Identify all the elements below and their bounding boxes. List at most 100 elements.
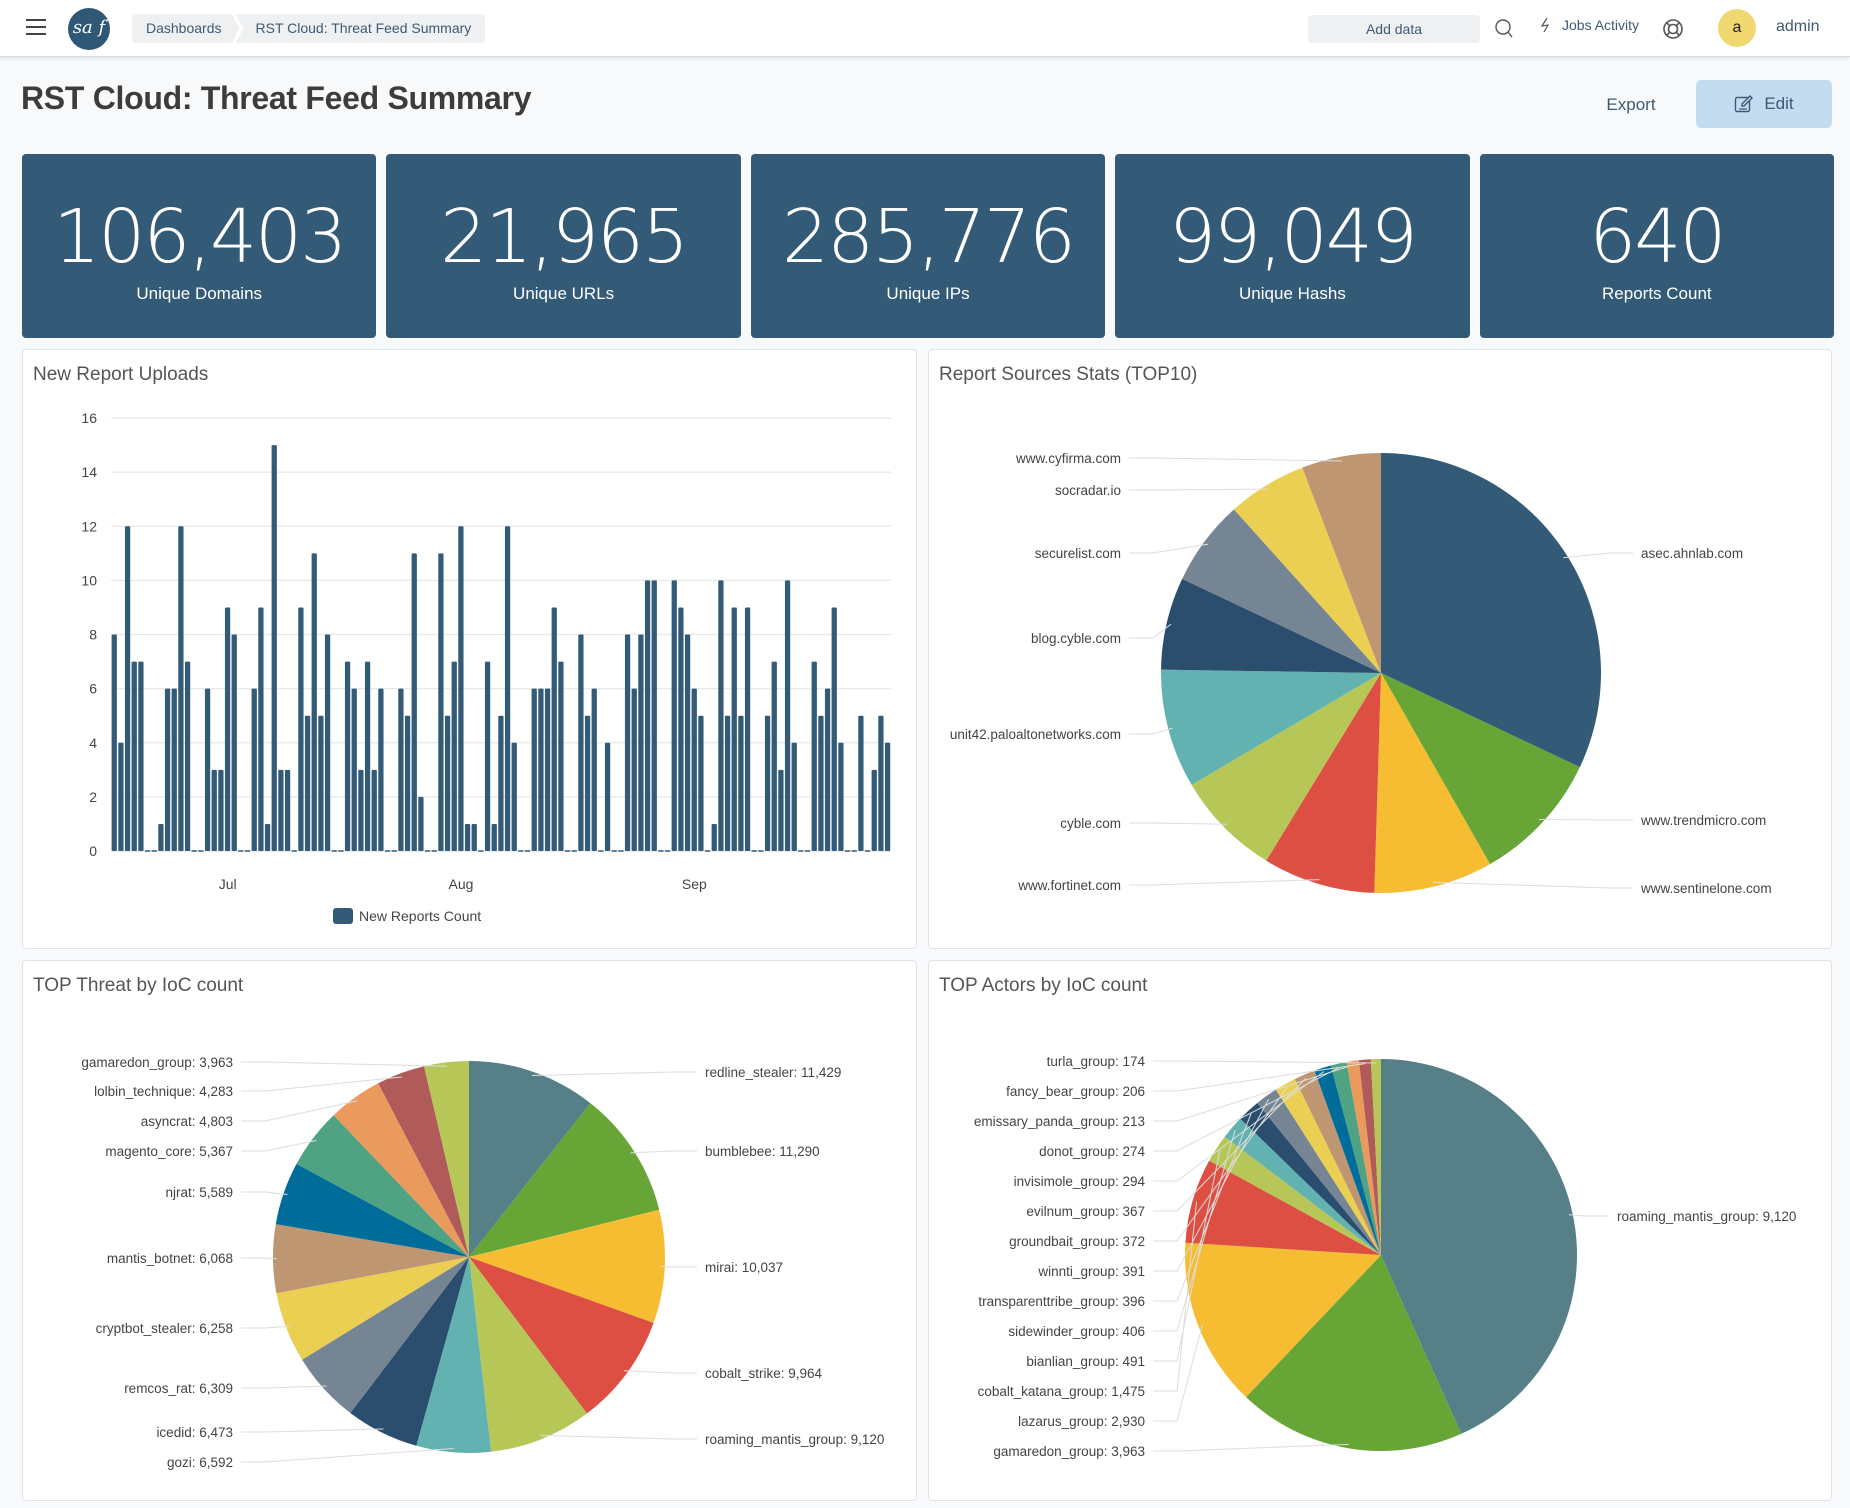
slice-label: roaming_mantis_group: 9,120: [1617, 1209, 1796, 1224]
bar: [644, 580, 651, 851]
y-tick-label: 14: [81, 464, 97, 480]
y-tick-label: 4: [89, 735, 97, 751]
bar: [544, 688, 551, 851]
menu-icon[interactable]: [26, 19, 46, 35]
bar: [678, 607, 684, 851]
slice-label: asec.ahnlab.com: [1641, 546, 1743, 561]
bar: [124, 526, 131, 851]
bar: [738, 715, 744, 851]
bar: [111, 634, 117, 851]
bar: [464, 823, 471, 851]
slice-label: icedid: 6,473: [156, 1425, 233, 1440]
y-tick-label: 12: [81, 518, 97, 534]
stat-value: 285,776: [782, 194, 1076, 280]
bar: [378, 688, 384, 851]
slice-label: mirai: 10,037: [705, 1260, 783, 1275]
bar: [831, 607, 837, 851]
bar: [284, 769, 291, 851]
lifebuoy-help-icon[interactable]: [1662, 18, 1684, 40]
label-leader-line: [241, 1447, 454, 1463]
label-leader-line: [241, 1191, 288, 1195]
bar: [671, 580, 677, 851]
bar: [578, 634, 584, 851]
stat-value: 106,403: [53, 194, 347, 280]
export-button[interactable]: Export: [1590, 82, 1672, 128]
breadcrumb-current[interactable]: RST Cloud: Threat Feed Summary: [235, 14, 486, 43]
label-leader-line: [1153, 1060, 1377, 1064]
bar: [138, 661, 144, 851]
bar: [344, 661, 351, 851]
slice-label: securelist.com: [1035, 546, 1121, 561]
bar: [438, 553, 444, 851]
label-leader-line: [1129, 879, 1320, 886]
stat-card-hashes: 99,049 Unique Hashs: [1115, 154, 1470, 338]
bar: [491, 823, 497, 851]
slice-label: mantis_botnet: 6,068: [107, 1251, 233, 1266]
label-leader-line: [630, 1150, 697, 1154]
top-threat-panel: TOP Threat by IoC count gamaredon_group:…: [22, 960, 917, 1501]
slice-label: unit42.paloaltonetworks.com: [950, 727, 1121, 742]
slice-label: njrat: 5,589: [165, 1185, 233, 1200]
bar: [211, 769, 217, 851]
breadcrumb-dashboards[interactable]: Dashboards: [132, 14, 240, 43]
add-data-button[interactable]: Add data: [1308, 15, 1480, 43]
bar: [404, 715, 411, 851]
bar: [744, 607, 751, 851]
bar: [884, 742, 891, 851]
app-logo[interactable]: sa f: [68, 8, 110, 50]
slice-label: cryptbot_stealer: 6,258: [96, 1321, 233, 1336]
bar: [178, 526, 184, 851]
slice-label: lolbin_technique: 4,283: [94, 1084, 233, 1099]
stat-value: 99,049: [1168, 194, 1418, 280]
slice-label: gamaredon_group: 3,963: [81, 1055, 233, 1070]
label-leader-line: [1129, 822, 1228, 825]
stat-label: Reports Count: [1602, 284, 1712, 303]
label-leader-line: [1563, 552, 1633, 559]
y-tick-label: 6: [89, 681, 97, 697]
bar: [484, 661, 491, 851]
bar: [218, 769, 224, 851]
legend-swatch: [333, 908, 353, 924]
slice-label: lazarus_group: 2,930: [1018, 1414, 1145, 1429]
stat-card-domains: 106,403 Unique Domains: [22, 154, 377, 338]
stat-label: Unique Domains: [136, 284, 263, 303]
label-leader-line: [623, 1370, 697, 1374]
bar: [351, 688, 357, 851]
slice-label: www.sentinelone.com: [1640, 881, 1772, 896]
slice-label: gozi: 6,592: [167, 1455, 233, 1470]
edit-button[interactable]: Edit: [1696, 80, 1832, 128]
label-leader-line: [1153, 1443, 1349, 1452]
user-avatar[interactable]: a: [1718, 9, 1756, 47]
panel-title: TOP Threat by IoC count: [33, 975, 244, 996]
y-tick-label: 10: [81, 572, 97, 588]
lightning-icon: [1540, 17, 1550, 33]
bar: [458, 526, 464, 851]
label-leader-line: [241, 1325, 290, 1329]
search-icon[interactable]: [1494, 18, 1514, 38]
panel-title: Report Sources Stats (TOP10): [939, 364, 1198, 385]
slice-label: emissary_panda_group: 213: [974, 1114, 1145, 1129]
stat-label: Unique Hashs: [1239, 284, 1346, 303]
report-sources-panel: Report Sources Stats (TOP10) www.cyfirma…: [928, 349, 1832, 949]
bar: [511, 742, 517, 851]
bar: [818, 715, 824, 851]
slice-label: asyncrat: 4,803: [141, 1114, 233, 1129]
slice-label: www.trendmicro.com: [1640, 813, 1766, 828]
bar: [838, 742, 844, 851]
slice-label: cyble.com: [1060, 816, 1121, 831]
label-leader-line: [241, 1428, 384, 1433]
top-navbar: sa f Dashboards RST Cloud: Threat Feed S…: [0, 0, 1850, 57]
actors-pie-chart: turla_group: 174 fancy_bear_group: 206 emi…: [974, 1054, 1797, 1459]
slice-label: cobalt_katana_group: 1,475: [978, 1384, 1145, 1399]
slice-label: invisimole_group: 294: [1014, 1174, 1146, 1189]
bar: [764, 715, 771, 851]
bar: [538, 688, 544, 851]
stat-label: Unique URLs: [513, 284, 615, 303]
jobs-activity-button[interactable]: Jobs Activity: [1540, 17, 1639, 33]
label-leader-line: [531, 1071, 697, 1077]
sources-pie-chart: www.cyfirma.com socradar.io securelist.com…: [950, 451, 1772, 896]
username[interactable]: admin: [1776, 18, 1820, 36]
bar: [871, 769, 877, 851]
y-tick-label: 8: [89, 627, 97, 643]
label-leader-line: [1129, 543, 1209, 554]
